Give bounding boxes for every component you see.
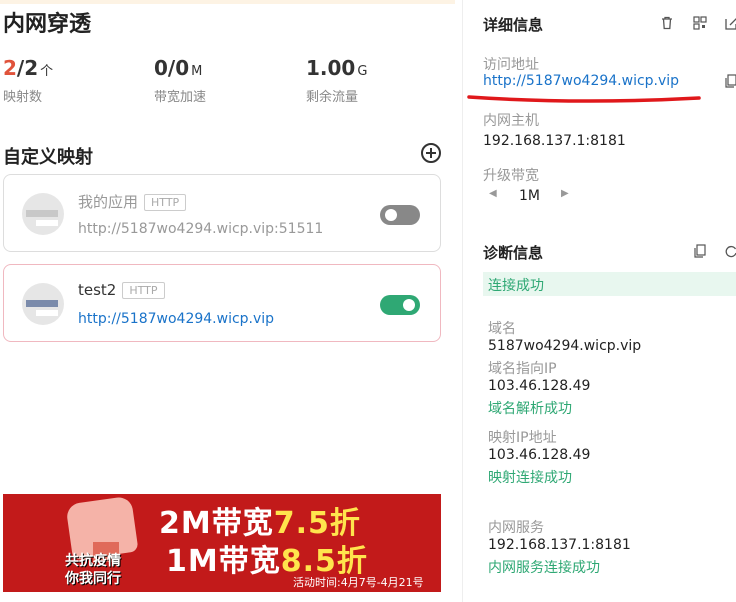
refresh-icon[interactable] — [724, 244, 736, 258]
right-panel: 详细信息 访问地址 http://5187wo4294.wicp.vip 内网主… — [463, 0, 736, 602]
stat-unit: M — [191, 64, 203, 79]
upgrade-label: 升级带宽 — [483, 168, 539, 184]
page-title: 内网穿透 — [3, 12, 92, 37]
mapped-ip-value: 103.46.128.49 — [488, 447, 591, 463]
bandwidth-value: 1M — [519, 188, 540, 204]
mapping-toggle[interactable] — [380, 295, 420, 315]
add-mapping-icon[interactable] — [421, 143, 441, 163]
copy-icon[interactable] — [724, 74, 736, 88]
stat-label: 剩余流量 — [306, 90, 359, 105]
left-panel: 内网穿透 2/2 个 映射数 0/0 M 带宽加速 1.00 G 剩余流量 自定义映射… — [0, 0, 455, 602]
diagnostics-title: 诊断信息 — [483, 244, 544, 262]
mapped-ip-status: 映射连接成功 — [488, 470, 572, 486]
domain-ip-value: 103.46.128.49 — [488, 378, 591, 394]
decrease-arrow-icon[interactable]: ◀ — [489, 188, 497, 199]
mapping-card[interactable]: 我的应用 HTTP http://5187wo4294.wicp.vip:5151… — [3, 174, 441, 252]
domain-label: 域名 — [488, 321, 516, 337]
increase-arrow-icon[interactable]: ▶ — [561, 188, 569, 199]
host-value: 192.168.137.1:8181 — [483, 133, 626, 149]
mapped-ip-label: 映射IP地址 — [488, 430, 557, 446]
stat-value: /2 — [16, 56, 39, 80]
app-root: 内网穿透 2/2 个 映射数 0/0 M 带宽加速 1.00 G 剩余流量 自定义映射… — [0, 0, 736, 602]
stat-bandwidth: 0/0 M 带宽加速 — [154, 56, 206, 105]
bandwidth-stepper[interactable]: ◀ 1M ▶ — [483, 186, 603, 206]
lan-service-status: 内网服务连接成功 — [488, 560, 600, 576]
stat-unit: 个 — [40, 64, 54, 79]
connection-status-bar: 连接成功 — [483, 272, 736, 296]
toggle-knob — [385, 209, 397, 221]
domain-ip-status: 域名解析成功 — [488, 401, 572, 417]
domain-ip-label: 域名指向IP — [488, 361, 557, 377]
mapping-toggle[interactable] — [380, 205, 420, 225]
banner-slogan: 共抗疫情 你我同行 — [65, 552, 121, 588]
mapping-card[interactable]: test2 HTTP http://5187wo4294.wicp.vip — [3, 264, 441, 342]
domain-value: 5187wo4294.wicp.vip — [488, 338, 642, 354]
stat-value-highlight: 2 — [3, 56, 17, 80]
stat-label: 映射数 — [3, 90, 43, 105]
mapping-name: test2 — [78, 281, 117, 299]
host-label: 内网主机 — [483, 113, 539, 129]
mapping-url: http://5187wo4294.wicp.vip:51511 — [78, 221, 324, 237]
connection-status: 连接成功 — [488, 278, 544, 294]
stat-unit: G — [357, 64, 368, 79]
mapping-name: 我的应用 — [78, 193, 139, 211]
qrcode-icon[interactable] — [693, 16, 707, 30]
slogan-line: 你我同行 — [65, 571, 121, 587]
access-label: 访问地址 — [483, 57, 539, 73]
slogan-line: 共抗疫情 — [65, 553, 121, 569]
edit-icon[interactable] — [724, 16, 736, 30]
details-title: 详细信息 — [483, 16, 544, 34]
app-logo-icon — [22, 193, 64, 235]
lan-service-label: 内网服务 — [488, 520, 544, 536]
access-url-link[interactable]: http://5187wo4294.wicp.vip — [483, 73, 679, 89]
protocol-badge: HTTP — [122, 282, 165, 299]
stat-mapping-count: 2/2 个 映射数 — [3, 56, 53, 105]
delete-icon[interactable] — [660, 16, 674, 30]
protocol-badge: HTTP — [144, 194, 187, 211]
stat-value: 1.00 — [306, 56, 356, 80]
lan-service-value: 192.168.137.1:8181 — [488, 537, 631, 553]
promo-banner[interactable]: 共抗疫情 你我同行 2M带宽7.5折 1M带宽8.5折 活动时间:4月7号-4月2… — [3, 494, 441, 592]
banner-date: 活动时间:4月7号-4月21号 — [293, 576, 424, 589]
section-title: 自定义映射 — [3, 147, 93, 168]
stat-value: 0/0 — [154, 56, 190, 80]
app-logo-icon — [22, 283, 64, 325]
stat-label: 带宽加速 — [154, 90, 207, 105]
offer-text: 1M带宽 — [166, 544, 281, 579]
toggle-knob — [403, 299, 415, 311]
copy-icon[interactable] — [693, 244, 707, 258]
red-underline-annotation — [467, 95, 701, 103]
mapping-url-link[interactable]: http://5187wo4294.wicp.vip — [78, 311, 274, 327]
stat-traffic: 1.00 G 剩余流量 — [306, 56, 367, 105]
